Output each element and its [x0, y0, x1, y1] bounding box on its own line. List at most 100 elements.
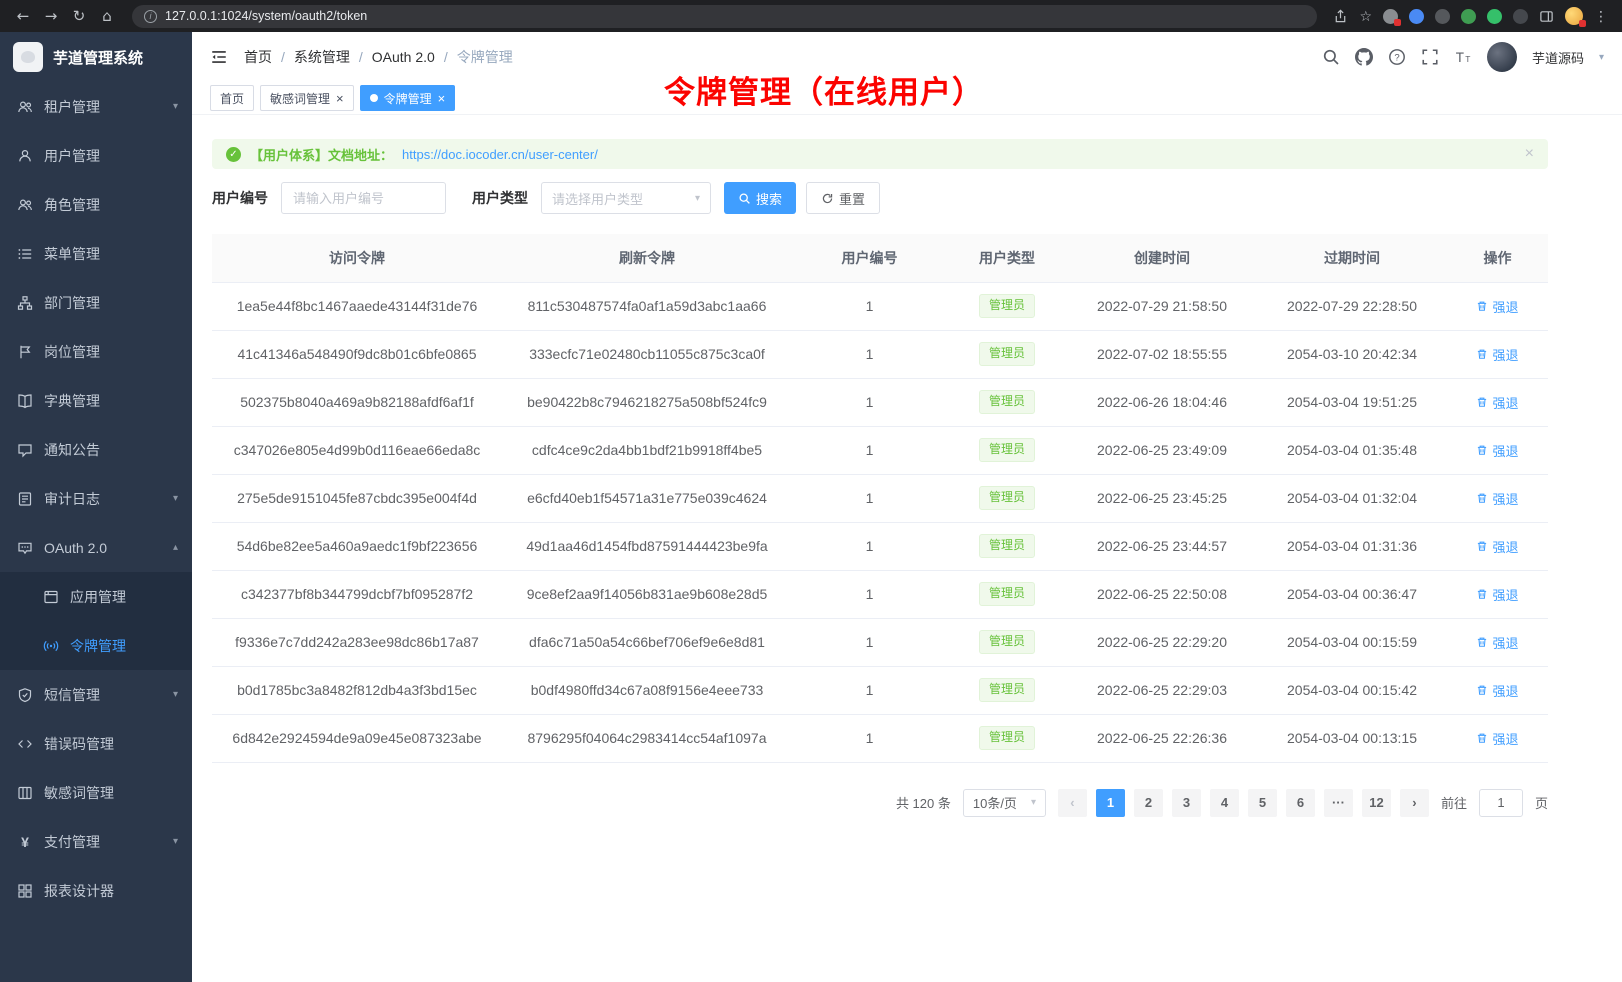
menu-dots-icon[interactable]: ⋮: [1594, 8, 1608, 25]
sidebar-item-report-designer[interactable]: 报表设计器: [0, 866, 192, 915]
search-icon[interactable]: [1322, 48, 1340, 66]
access-token-cell: 1ea5e44f8bc1467aaede43144f31de76: [212, 282, 502, 330]
close-icon[interactable]: ×: [438, 92, 446, 105]
force-logout-button[interactable]: 强退: [1476, 633, 1518, 652]
username[interactable]: 芋道源码: [1532, 48, 1584, 67]
back-button[interactable]: ←: [10, 3, 36, 29]
search-button[interactable]: 搜索: [724, 182, 796, 214]
sidebar-item-post[interactable]: 岗位管理: [0, 327, 192, 376]
user-id-cell: 1: [792, 474, 947, 522]
extension-icon[interactable]: [1435, 9, 1450, 24]
sidebar-item-dept[interactable]: 部门管理: [0, 278, 192, 327]
force-logout-button[interactable]: 强退: [1476, 393, 1518, 412]
sidebar-item-label: 应用管理: [70, 587, 126, 607]
created-time-cell: 2022-07-02 18:55:55: [1067, 330, 1257, 378]
page-size-select[interactable]: 10条/页 ▾: [963, 789, 1046, 817]
sidebar-item-menu[interactable]: 菜单管理: [0, 229, 192, 278]
user-type-cell: 管理员: [947, 378, 1067, 426]
svg-text:T: T: [1465, 54, 1470, 64]
sidebar-item-oauth2-application[interactable]: 应用管理: [0, 572, 192, 621]
sidebar-item-tenant[interactable]: 租户管理▾: [0, 82, 192, 131]
sidebar-item-role[interactable]: 角色管理: [0, 180, 192, 229]
access-token-cell: b0d1785bc3a8482f812db4a3f3bd15ec: [212, 666, 502, 714]
force-logout-button[interactable]: 强退: [1476, 489, 1518, 508]
menu-fold-icon[interactable]: [210, 48, 228, 66]
close-icon[interactable]: ×: [1525, 146, 1534, 162]
sidebar-item-audit-log[interactable]: 审计日志▾: [0, 474, 192, 523]
user-id-cell: 1: [792, 618, 947, 666]
sidebar-item-user[interactable]: 用户管理: [0, 131, 192, 180]
sidebar-item-oauth2[interactable]: OAuth 2.0▴: [0, 523, 192, 572]
page-button-12[interactable]: 12: [1362, 789, 1391, 817]
doc-alert: ✓ 【用户体系】文档地址： https://doc.iocoder.cn/use…: [212, 139, 1548, 169]
column-header: 操作: [1447, 234, 1548, 282]
font-size-icon[interactable]: TT: [1454, 48, 1472, 66]
sidebar-item-label: 租户管理: [44, 97, 100, 117]
force-logout-label: 强退: [1492, 681, 1518, 700]
tab-sensitive-word[interactable]: 敏感词管理×: [260, 85, 354, 111]
extension-icon[interactable]: [1383, 9, 1398, 24]
sidebar-item-notice[interactable]: 通知公告: [0, 425, 192, 474]
breadcrumb-item[interactable]: 系统管理: [294, 47, 350, 67]
address-bar[interactable]: i 127.0.0.1:1024/system/oauth2/token: [132, 5, 1317, 28]
page-button-6[interactable]: 6: [1286, 789, 1315, 817]
breadcrumb-item[interactable]: OAuth 2.0: [372, 49, 435, 65]
reset-button[interactable]: 重置: [806, 182, 880, 214]
table-row: 6d842e2924594de9a09e45e087323abe8796295f…: [212, 714, 1548, 762]
extension-icon[interactable]: [1487, 9, 1502, 24]
user-type-select[interactable]: 请选择用户类型 ▾: [541, 182, 711, 214]
access-token-cell: 6d842e2924594de9a09e45e087323abe: [212, 714, 502, 762]
more-pages-button[interactable]: ···: [1324, 789, 1353, 817]
user-type-cell: 管理员: [947, 426, 1067, 474]
prev-page-button[interactable]: ‹: [1058, 789, 1087, 817]
sidebar-item-dict[interactable]: 字典管理: [0, 376, 192, 425]
sidebar-item-pay[interactable]: ¥支付管理▾: [0, 817, 192, 866]
help-icon[interactable]: ?: [1388, 48, 1406, 66]
page-button-3[interactable]: 3: [1172, 789, 1201, 817]
sidebar-item-error-code[interactable]: 错误码管理: [0, 719, 192, 768]
success-check-icon: ✓: [226, 147, 241, 162]
next-page-button[interactable]: ›: [1400, 789, 1429, 817]
breadcrumb-item[interactable]: 首页: [244, 47, 272, 67]
force-logout-button[interactable]: 强退: [1476, 681, 1518, 700]
page-button-1[interactable]: 1: [1096, 789, 1125, 817]
fullscreen-icon[interactable]: [1421, 48, 1439, 66]
close-icon[interactable]: ×: [336, 92, 344, 105]
extension-icon[interactable]: [1409, 9, 1424, 24]
force-logout-button[interactable]: 强退: [1476, 297, 1518, 316]
forward-button[interactable]: →: [38, 3, 64, 29]
goto-page-input[interactable]: [1479, 789, 1523, 817]
share-icon[interactable]: [1333, 9, 1348, 24]
force-logout-button[interactable]: 强退: [1476, 729, 1518, 748]
site-info-icon[interactable]: i: [144, 10, 157, 23]
page-button-4[interactable]: 4: [1210, 789, 1239, 817]
alert-doc-link[interactable]: https://doc.iocoder.cn/user-center/: [402, 147, 598, 162]
sidebar-item-label: 字典管理: [44, 391, 100, 411]
page-button-2[interactable]: 2: [1134, 789, 1163, 817]
force-logout-button[interactable]: 强退: [1476, 585, 1518, 604]
tab-home[interactable]: 首页: [210, 85, 254, 111]
github-icon[interactable]: [1355, 48, 1373, 66]
page-button-5[interactable]: 5: [1248, 789, 1277, 817]
user-id-input[interactable]: [281, 182, 446, 214]
side-panel-icon[interactable]: [1539, 9, 1554, 24]
bookmark-star-icon[interactable]: ☆: [1359, 8, 1372, 25]
home-button[interactable]: ⌂: [94, 3, 120, 29]
code-icon: [17, 736, 33, 752]
sidebar-item-oauth2-token[interactable]: 令牌管理: [0, 621, 192, 670]
force-logout-button[interactable]: 强退: [1476, 537, 1518, 556]
extension-icon[interactable]: [1513, 9, 1528, 24]
app-logo-bar[interactable]: 芋道管理系统: [0, 32, 192, 82]
action-cell: 强退: [1447, 522, 1548, 570]
reload-button[interactable]: ↻: [66, 3, 92, 29]
avatar[interactable]: [1487, 42, 1517, 72]
force-logout-button[interactable]: 强退: [1476, 345, 1518, 364]
force-logout-button[interactable]: 强退: [1476, 441, 1518, 460]
extension-icon[interactable]: [1461, 9, 1476, 24]
tab-token[interactable]: 令牌管理×: [360, 85, 456, 111]
sidebar-item-sms[interactable]: 短信管理▾: [0, 670, 192, 719]
user-type-badge: 管理员: [979, 534, 1035, 558]
user-id-cell: 1: [792, 282, 947, 330]
sidebar-item-sensitive-word[interactable]: 敏感词管理: [0, 768, 192, 817]
profile-avatar[interactable]: [1565, 7, 1583, 25]
